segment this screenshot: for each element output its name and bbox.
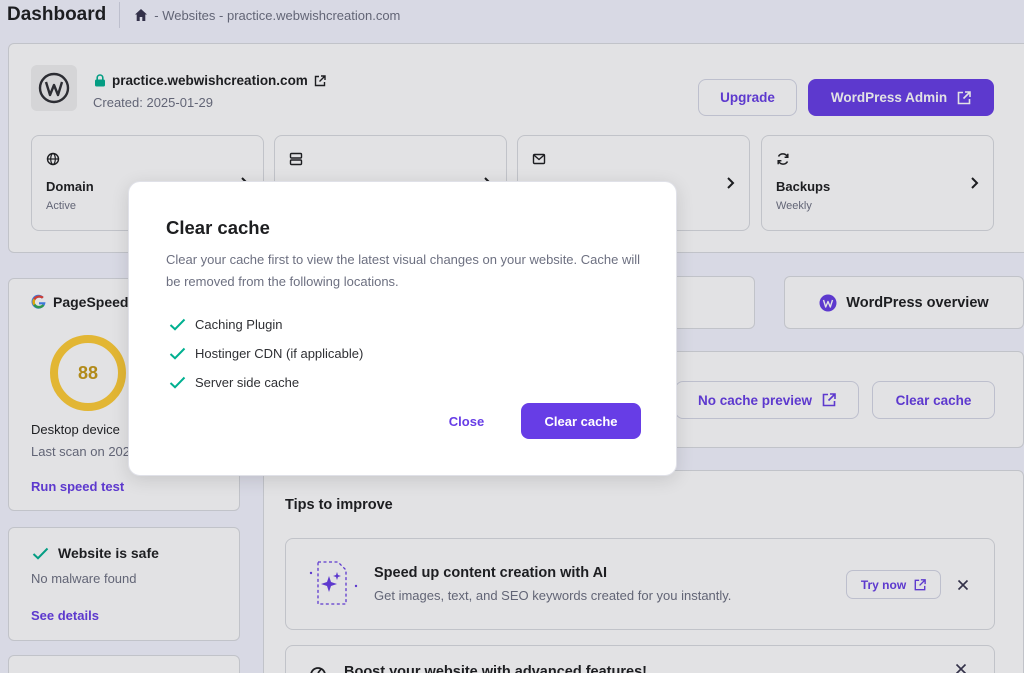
clear-cache-dialog: Clear cache Clear your cache first to vi… (128, 181, 677, 476)
cache-location-item: Hostinger CDN (if applicable) (169, 346, 363, 361)
check-icon (169, 318, 186, 331)
dialog-title: Clear cache (166, 217, 270, 238)
confirm-label: Clear cache (544, 413, 618, 429)
close-button[interactable]: Close (424, 403, 509, 439)
cache-location-label: Hostinger CDN (if applicable) (195, 346, 364, 361)
dialog-description: Clear your cache first to view the lates… (166, 252, 640, 289)
cache-location-item: Server side cache (169, 375, 299, 390)
cache-location-label: Server side cache (195, 375, 300, 390)
cache-location-item: Caching Plugin (169, 317, 282, 332)
check-icon (169, 347, 186, 360)
confirm-clear-cache-button[interactable]: Clear cache (521, 403, 641, 439)
check-icon (169, 376, 186, 389)
close-label: Close (448, 413, 485, 429)
cache-location-label: Caching Plugin (195, 317, 283, 332)
